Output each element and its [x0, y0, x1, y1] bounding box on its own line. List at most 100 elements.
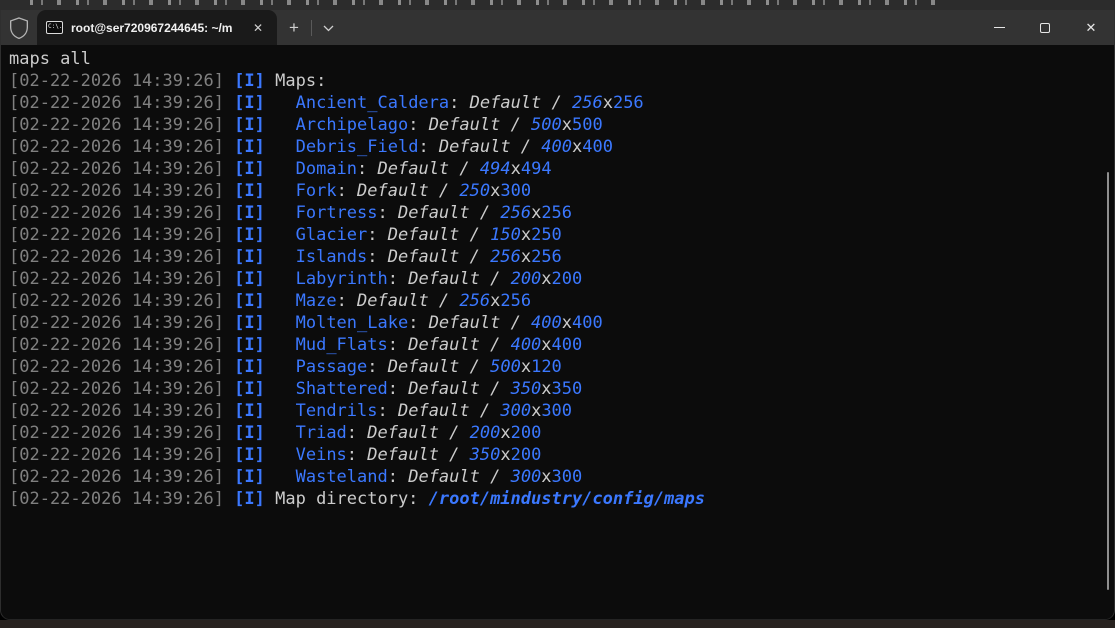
tab-close-button[interactable]: ✕ — [249, 20, 267, 36]
map-name: Molten_Lake — [296, 313, 409, 333]
log-text: x — [603, 93, 613, 113]
log-text — [265, 159, 296, 179]
map-width: 300 — [500, 401, 531, 421]
timestamp: [02-22-2026 14:39:26] — [9, 313, 234, 333]
map-height: 256 — [541, 203, 572, 223]
log-text: : — [408, 313, 428, 333]
log-text: x — [541, 467, 551, 487]
map-name: Fortress — [296, 203, 378, 223]
minimize-button[interactable] — [976, 10, 1022, 45]
log-level-badge: [I] — [234, 335, 265, 355]
map-name: Domain — [296, 159, 357, 179]
map-name: Fork — [296, 181, 337, 201]
map-name: Shattered — [296, 379, 388, 399]
map-mode: Default / — [378, 159, 480, 179]
chevron-down-icon — [323, 19, 334, 37]
timestamp: [02-22-2026 14:39:26] — [9, 489, 234, 509]
map-height: 256 — [613, 93, 644, 113]
timestamp: [02-22-2026 14:39:26] — [9, 291, 234, 311]
map-mode: Default / — [429, 115, 531, 135]
timestamp: [02-22-2026 14:39:26] — [9, 335, 234, 355]
map-name: Maze — [296, 291, 337, 311]
log-level-badge: [I] — [234, 489, 265, 509]
terminal-window: C:\. root@ser720967244645: ~/m ✕ + — [0, 10, 1115, 620]
map-width: 500 — [490, 357, 521, 377]
tab-title: root@ser720967244645: ~/m — [71, 21, 241, 35]
timestamp: [02-22-2026 14:39:26] — [9, 445, 234, 465]
map-height: 400 — [552, 335, 583, 355]
maximize-button[interactable] — [1022, 10, 1068, 45]
log-text — [265, 357, 296, 377]
log-level-badge: [I] — [234, 313, 265, 333]
timestamp: [02-22-2026 14:39:26] — [9, 247, 234, 267]
map-height: 250 — [531, 225, 562, 245]
log-line: [02-22-2026 14:39:26] [I] Shattered: Def… — [9, 378, 1114, 400]
desktop-edge-strip — [0, 620, 1115, 628]
log-line: [02-22-2026 14:39:26] [I] Mud_Flats: Def… — [9, 334, 1114, 356]
terminal-log: [02-22-2026 14:39:26] [I] Maps:[02-22-20… — [9, 70, 1114, 510]
map-name: Glacier — [296, 225, 368, 245]
log-level-badge: [I] — [234, 357, 265, 377]
map-name: Labyrinth — [296, 269, 388, 289]
map-name: Ancient_Caldera — [296, 93, 450, 113]
map-mode: Default / — [439, 137, 541, 157]
map-name: Islands — [296, 247, 368, 267]
scrollbar-thumb[interactable] — [1107, 172, 1109, 590]
log-text: x — [500, 445, 510, 465]
timestamp: [02-22-2026 14:39:26] — [9, 159, 234, 179]
log-text: : — [418, 137, 438, 157]
log-text: x — [500, 423, 510, 443]
map-mode: Default / — [357, 181, 459, 201]
window-controls: ✕ — [976, 10, 1114, 45]
map-height: 300 — [500, 181, 531, 201]
log-level-badge: [I] — [234, 159, 265, 179]
map-mode: Default / — [388, 357, 490, 377]
close-button[interactable]: ✕ — [1068, 10, 1114, 45]
log-text: Maps: — [265, 71, 326, 91]
map-name: Archipelago — [296, 115, 409, 135]
log-text — [265, 115, 296, 135]
timestamp: [02-22-2026 14:39:26] — [9, 467, 234, 487]
log-line: [02-22-2026 14:39:26] [I] Ancient_Calder… — [9, 92, 1114, 114]
map-mode: Default / — [367, 445, 469, 465]
map-width: 500 — [531, 115, 562, 135]
cursor-line — [9, 598, 1114, 620]
log-text: : — [388, 379, 408, 399]
log-line: [02-22-2026 14:39:26] [I] Fortress: Defa… — [9, 202, 1114, 224]
map-width: 200 — [470, 423, 501, 443]
log-level-badge: [I] — [234, 247, 265, 267]
terminal-tab[interactable]: C:\. root@ser720967244645: ~/m ✕ — [37, 10, 277, 45]
tab-dropdown-button[interactable] — [312, 10, 344, 45]
timestamp: [02-22-2026 14:39:26] — [9, 269, 234, 289]
map-width: 256 — [572, 93, 603, 113]
log-text: x — [531, 203, 541, 223]
log-level-badge: [I] — [234, 423, 265, 443]
log-text: : — [347, 423, 367, 443]
log-text — [265, 423, 296, 443]
log-text — [265, 247, 296, 267]
log-level-badge: [I] — [234, 467, 265, 487]
map-width: 400 — [531, 313, 562, 333]
log-text — [265, 379, 296, 399]
log-text: : — [388, 467, 408, 487]
log-text: : — [367, 357, 387, 377]
log-level-badge: [I] — [234, 203, 265, 223]
log-text — [265, 445, 296, 465]
log-text: : — [357, 159, 377, 179]
log-text: x — [541, 335, 551, 355]
log-text: x — [511, 159, 521, 179]
log-line: [02-22-2026 14:39:26] [I] Wasteland: Def… — [9, 466, 1114, 488]
map-mode: Default / — [398, 203, 500, 223]
log-text: : — [347, 445, 367, 465]
terminal-content[interactable]: maps all [02-22-2026 14:39:26] [I] Maps:… — [1, 45, 1114, 620]
new-tab-button[interactable]: + — [277, 10, 311, 45]
map-height: 500 — [572, 115, 603, 135]
timestamp: [02-22-2026 14:39:26] — [9, 181, 234, 201]
log-text: : — [378, 401, 398, 421]
tab-bar-spacer — [344, 10, 976, 45]
log-text — [265, 313, 296, 333]
log-line: [02-22-2026 14:39:26] [I] Domain: Defaul… — [9, 158, 1114, 180]
log-level-badge: [I] — [234, 181, 265, 201]
map-mode: Default / — [357, 291, 459, 311]
log-text: x — [541, 379, 551, 399]
